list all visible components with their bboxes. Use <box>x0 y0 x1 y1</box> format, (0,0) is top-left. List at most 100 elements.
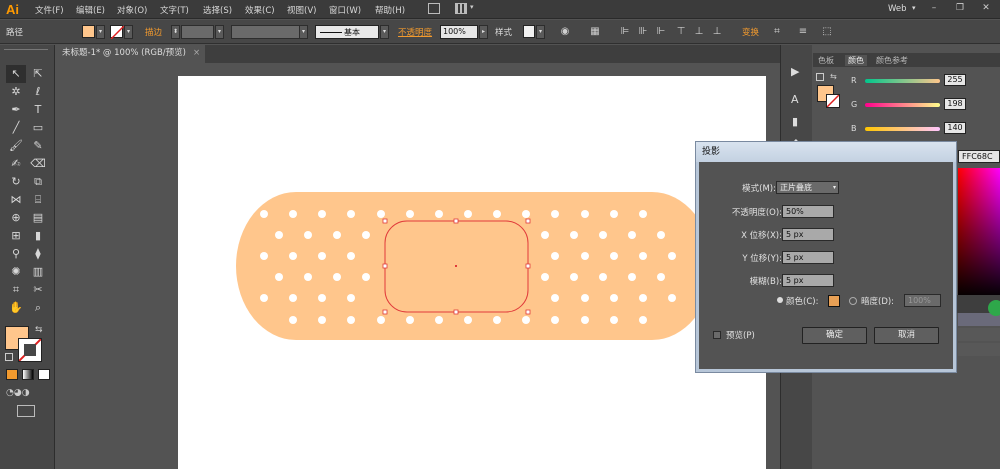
free-transform-tool-icon[interactable]: ⌸ <box>28 191 48 209</box>
document-info-icon[interactable]: ▮ <box>792 115 798 128</box>
align-to-icon[interactable]: ▦ <box>588 25 602 39</box>
slice-tool-icon[interactable]: ✂ <box>28 281 48 299</box>
stroke-weight-dropdown-icon[interactable]: ▾ <box>215 25 224 39</box>
darkness-input[interactable]: 100% <box>904 294 941 307</box>
selection-tool-icon[interactable]: ↖ <box>6 65 26 83</box>
align-center-icon[interactable]: ⊪ <box>636 25 650 39</box>
transform-label[interactable]: 变换 <box>742 26 759 38</box>
mesh-tool-icon[interactable]: ⊞ <box>6 227 26 245</box>
y-offset-input[interactable]: 5 px <box>782 251 834 264</box>
bounding-box-handle[interactable] <box>382 309 388 315</box>
character-icon[interactable]: A <box>791 93 799 106</box>
workspace-switcher[interactable]: Web <box>888 4 907 14</box>
bounding-box-handle[interactable] <box>525 218 531 224</box>
close-window-button[interactable]: ✕ <box>972 0 1000 19</box>
variable-width-dropdown-icon[interactable]: ▾ <box>299 25 308 39</box>
tab-color-guide[interactable]: 颜色参考 <box>876 55 908 66</box>
align-bottom-icon[interactable]: ⊥ <box>710 25 724 39</box>
color-mode-icon[interactable] <box>6 369 18 380</box>
arrange-dropdown-icon[interactable]: ▾ <box>470 3 474 11</box>
arrange-documents-icon[interactable] <box>455 3 467 14</box>
align-right-icon[interactable]: ⊩ <box>654 25 668 39</box>
rotate-tool-icon[interactable]: ↻ <box>6 173 26 191</box>
opacity-field[interactable]: 100% <box>440 25 478 39</box>
menu-type[interactable]: 文字(T) <box>160 4 189 16</box>
fill-swatch[interactable] <box>82 25 95 38</box>
preview-checkbox[interactable] <box>713 331 721 339</box>
menu-window[interactable]: 窗口(W) <box>329 4 361 16</box>
isolate-icon[interactable]: ⌗ <box>770 25 784 39</box>
brush-dropdown-icon[interactable]: ▾ <box>380 25 389 39</box>
bounding-box-handle[interactable] <box>525 263 531 269</box>
stroke-dropdown-icon[interactable]: ▾ <box>124 25 133 39</box>
blob-brush-tool-icon[interactable]: ✍ <box>6 155 26 173</box>
width-tool-icon[interactable]: ⋈ <box>6 191 26 209</box>
type-tool-icon[interactable]: T <box>28 101 48 119</box>
menu-effect[interactable]: 效果(C) <box>245 4 275 16</box>
channel-r-value[interactable]: 255 <box>944 74 966 86</box>
shadow-color-swatch[interactable] <box>828 295 840 307</box>
paintbrush-tool-icon[interactable]: 🖌 <box>6 137 26 155</box>
pencil-tool-icon[interactable]: ✎ <box>28 137 48 155</box>
artboard-tool-icon[interactable]: ⌗ <box>6 281 26 299</box>
layer-row[interactable] <box>958 328 1000 341</box>
brush-definition-field[interactable]: 基本 <box>315 25 379 39</box>
menu-object[interactable]: 对象(O) <box>117 4 147 16</box>
hand-tool-icon[interactable]: ✋ <box>6 299 26 317</box>
cancel-button[interactable]: 取消 <box>874 327 939 344</box>
layer-row[interactable] <box>958 343 1000 356</box>
magic-wand-tool-icon[interactable]: ✲ <box>6 83 26 101</box>
perspective-grid-tool-icon[interactable]: ▤ <box>28 209 48 227</box>
channel-g-slider[interactable] <box>865 103 940 107</box>
stroke-label[interactable]: 描边 <box>145 26 162 38</box>
play-action-icon[interactable]: ▶ <box>791 65 799 78</box>
align-middle-icon[interactable]: ⊥ <box>692 25 706 39</box>
menu-file[interactable]: 文件(F) <box>35 4 64 16</box>
menu-select[interactable]: 选择(S) <box>203 4 232 16</box>
bridge-icon[interactable] <box>428 3 440 14</box>
blur-input[interactable]: 5 px <box>782 274 834 287</box>
menu-help[interactable]: 帮助(H) <box>375 4 405 16</box>
align-top-icon[interactable]: ⊤ <box>674 25 688 39</box>
eraser-tool-icon[interactable]: ⌫ <box>28 155 48 173</box>
opacity-dropdown-icon[interactable]: ▸ <box>479 25 488 39</box>
stroke-weight-field[interactable] <box>181 25 214 39</box>
arrange-icon[interactable]: ⬚ <box>820 25 834 39</box>
drawing-modes-icon[interactable]: ◔◕◑ <box>6 388 50 399</box>
menu-edit[interactable]: 编辑(E) <box>76 4 105 16</box>
stroke-weight-stepper[interactable]: ⬍ <box>171 25 180 39</box>
ok-button[interactable]: 确定 <box>802 327 867 344</box>
gradient-tool-icon[interactable]: ▮ <box>28 227 48 245</box>
scale-tool-icon[interactable]: ⧉ <box>28 173 48 191</box>
lasso-tool-icon[interactable]: ℓ <box>28 83 48 101</box>
menu-view[interactable]: 视图(V) <box>287 4 316 16</box>
tab-color[interactable]: 颜色 <box>845 55 867 66</box>
close-tab-icon[interactable]: × <box>193 45 200 62</box>
channel-g-value[interactable]: 198 <box>944 98 966 110</box>
fill-dropdown-icon[interactable]: ▾ <box>96 25 105 39</box>
document-tab[interactable]: 未标题-1* @ 100% (RGB/预览) × <box>55 45 205 63</box>
bounding-box-handle[interactable] <box>382 218 388 224</box>
bounding-box-handle[interactable] <box>525 309 531 315</box>
x-offset-input[interactable]: 5 px <box>782 228 834 241</box>
channel-b-value[interactable]: 140 <box>944 122 966 134</box>
swap-icon[interactable]: ⇆ <box>830 72 837 81</box>
stroke-color-box[interactable] <box>18 338 42 362</box>
channel-b-slider[interactable] <box>865 127 940 131</box>
opacity-label[interactable]: 不透明度 <box>398 26 432 38</box>
mode-select[interactable]: 正片叠底 ▾ <box>776 181 839 194</box>
tab-swatches[interactable]: 色板 <box>818 55 834 66</box>
color-spectrum[interactable] <box>958 168 1000 298</box>
gradient-mode-icon[interactable] <box>22 369 34 380</box>
bounding-box-handle[interactable] <box>453 218 459 224</box>
blend-tool-icon[interactable]: ⧫ <box>28 245 48 263</box>
dialog-title-bar[interactable]: 投影 <box>696 142 956 162</box>
variable-width-field[interactable] <box>231 25 306 39</box>
channel-r-slider[interactable] <box>865 79 940 83</box>
shape-builder-tool-icon[interactable]: ⊕ <box>6 209 26 227</box>
minimize-button[interactable]: – <box>920 0 948 19</box>
graphic-style-dropdown-icon[interactable]: ▾ <box>536 25 545 39</box>
restore-button[interactable]: ❐ <box>946 0 974 19</box>
stroke-swatch[interactable] <box>110 25 125 40</box>
hex-field[interactable]: FFC68C <box>958 150 1000 163</box>
